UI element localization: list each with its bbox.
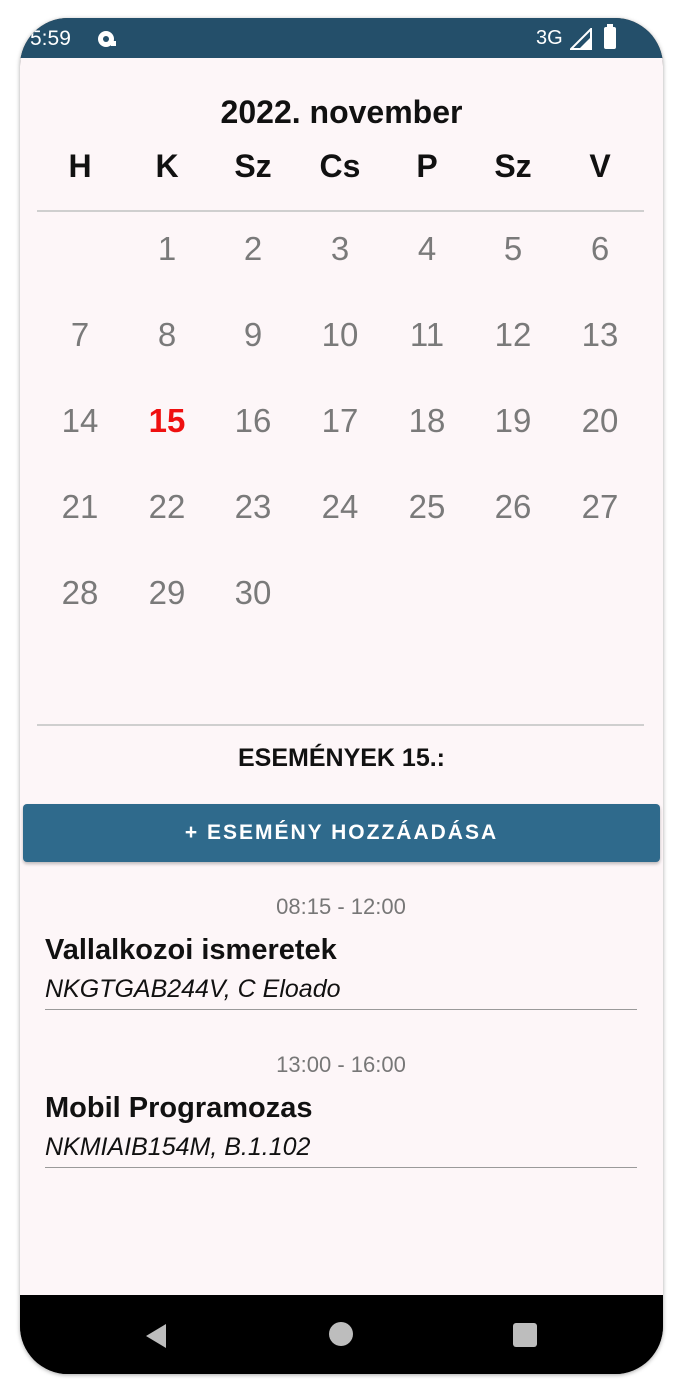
event-detail: NKMIAIB154M, B.1.102 [45, 1133, 311, 1161]
event-divider [45, 1167, 637, 1168]
calendar-day[interactable]: 16 [210, 402, 296, 440]
status-time: 5:59 [30, 27, 71, 50]
signal-icon [570, 28, 592, 50]
calendar-top-divider [37, 210, 644, 212]
calendar-day[interactable]: 11 [384, 316, 470, 354]
event-title: Mobil Programozas [45, 1092, 313, 1124]
weekday-label: Cs [319, 148, 361, 184]
weekday-label: Sz [234, 148, 272, 184]
calendar-day-selected[interactable]: 15 [124, 402, 210, 440]
status-bar: 5:59 3G [20, 18, 663, 58]
calendar-day[interactable]: 26 [470, 488, 556, 526]
calendar-day[interactable]: 4 [384, 230, 470, 268]
weekday-label: Sz [494, 148, 532, 184]
calendar-day[interactable]: 7 [37, 316, 123, 354]
event-item[interactable]: 08:15 - 12:00 Vallalkozoi ismeretek NKGT… [45, 894, 637, 1010]
calendar-day[interactable]: 21 [37, 488, 123, 526]
calendar-day[interactable]: 23 [210, 488, 296, 526]
network-type: 3G [536, 27, 563, 49]
event-title: Vallalkozoi ismeretek [45, 934, 337, 966]
events-heading: ESEMÉNYEK 15.: [237, 744, 445, 772]
calendar-day[interactable]: 25 [384, 488, 470, 526]
calendar-day[interactable]: 14 [37, 402, 123, 440]
event-detail: NKGTGAB244V, C Eloado [45, 975, 341, 1003]
weekday-label: H [68, 148, 92, 184]
calendar-bottom-divider [37, 724, 644, 726]
event-divider [45, 1009, 637, 1010]
navigation-bar [20, 1295, 663, 1374]
calendar-day[interactable]: 17 [297, 402, 383, 440]
month-title: 2022. november [220, 94, 463, 130]
add-event-button[interactable]: + ESEMÉNY HOZZÁADÁSA [23, 804, 660, 862]
calendar-day[interactable]: 30 [210, 574, 296, 612]
calendar-day[interactable]: 8 [124, 316, 210, 354]
weekday-header: H K Sz Cs P Sz V [37, 148, 644, 192]
calendar-day[interactable]: 19 [470, 402, 556, 440]
event-item[interactable]: 13:00 - 16:00 Mobil Programozas NKMIAIB1… [45, 1052, 637, 1168]
battery-icon [604, 24, 616, 49]
calendar-day[interactable]: 3 [297, 230, 383, 268]
calendar-day[interactable]: 18 [384, 402, 470, 440]
calendar-day[interactable]: 2 [210, 230, 296, 268]
calendar-day[interactable]: 20 [557, 402, 643, 440]
calendar-day[interactable]: 27 [557, 488, 643, 526]
calendar-day[interactable]: 24 [297, 488, 383, 526]
calendar-day[interactable]: 12 [470, 316, 556, 354]
calendar-day[interactable]: 1 [124, 230, 210, 268]
weekday-label: P [416, 148, 438, 184]
recents-square-icon[interactable] [513, 1323, 537, 1347]
calendar-day[interactable]: 22 [124, 488, 210, 526]
weekday-label: K [155, 148, 179, 184]
calendar-day[interactable]: 5 [470, 230, 556, 268]
calendar-day[interactable]: 10 [297, 316, 383, 354]
calendar-day[interactable]: 13 [557, 316, 643, 354]
calendar-day[interactable]: 29 [124, 574, 210, 612]
calendar-day[interactable]: 9 [210, 316, 296, 354]
weekday-label: V [589, 148, 611, 184]
calendar-day[interactable]: 28 [37, 574, 123, 612]
home-circle-icon[interactable] [329, 1322, 353, 1346]
calendar-day[interactable]: 6 [557, 230, 643, 268]
event-time: 13:00 - 16:00 [276, 1052, 406, 1077]
back-triangle-icon[interactable] [144, 1323, 168, 1349]
notification-app-icon [98, 31, 116, 47]
calendar-days-grid: 1 2 3 4 5 6 7 8 9 10 11 12 13 14 15 16 17 18 19 20 21 22 23 24 2… [37, 230, 644, 660]
app-screen: 2022. november H K Sz Cs P Sz V 12345678… [20, 58, 663, 1295]
event-time: 08:15 - 12:00 [276, 894, 406, 919]
phone-frame: 5:59 3G 2022. november H K Sz Cs P Sz V … [20, 18, 663, 1374]
